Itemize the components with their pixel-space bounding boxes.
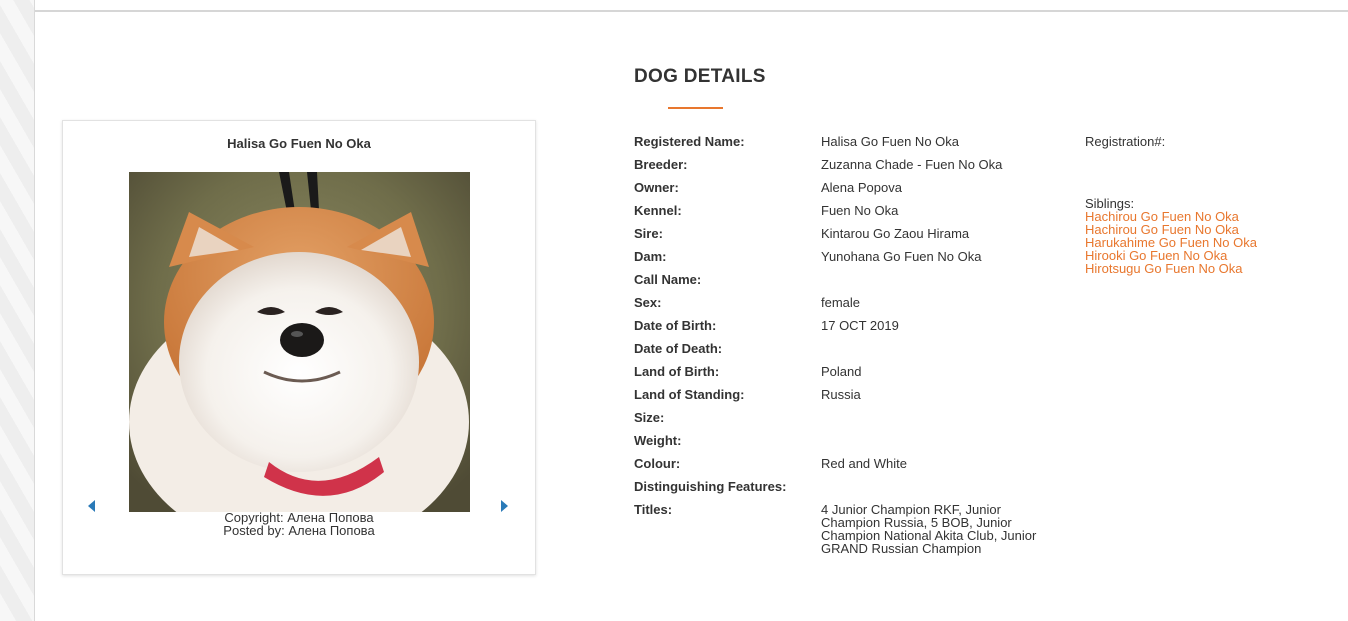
detail-link[interactable]: Kintarou Go Zaou Hirama <box>821 227 1056 240</box>
detail-label: Registered Name: <box>634 134 745 149</box>
photo-card-title: Halisa Go Fuen No Oka <box>227 136 371 151</box>
detail-value: 17 OCT 2019 <box>821 318 899 333</box>
detail-label: Kennel: <box>634 203 682 218</box>
title-underline <box>668 107 723 109</box>
detail-label: Breeder: <box>634 157 688 172</box>
detail-label: Land of Standing: <box>634 387 745 402</box>
registration-label: Registration#: <box>1085 134 1166 149</box>
detail-label: Land of Birth: <box>634 364 720 379</box>
detail-label: Date of Birth: <box>634 318 717 333</box>
detail-value: female <box>821 295 861 310</box>
detail-value: Red and White <box>821 456 907 471</box>
dog-photo <box>129 172 470 512</box>
detail-label: Sex: <box>634 295 662 310</box>
detail-value: Halisa Go Fuen No Oka <box>821 134 960 149</box>
detail-label: Colour: <box>634 456 681 471</box>
detail-link[interactable]: Alena Popova <box>821 181 1056 194</box>
detail-label: Owner: <box>634 180 679 195</box>
top-divider <box>35 0 1348 12</box>
main-content: DOG DETAILS Halisa Go Fuen No Oka Copyri… <box>34 0 1348 621</box>
detail-value: Fuen No Oka <box>821 203 899 218</box>
photo-posted-by: Posted by: Алена Попова <box>223 523 375 538</box>
detail-label: Weight: <box>634 433 682 448</box>
detail-label: Sire: <box>634 226 663 241</box>
siblings-list: Hachirou Go Fuen No Oka Hachirou Go Fuen … <box>1085 210 1257 275</box>
detail-label: Titles: <box>634 502 673 517</box>
detail-label: Call Name: <box>634 272 702 287</box>
detail-label: Distinguishing Features: <box>634 479 787 494</box>
detail-link[interactable]: Zuzanna Chade - Fuen No Oka <box>821 158 1056 171</box>
detail-value: Russia <box>821 387 861 402</box>
sibling-link[interactable]: Hirotsugu Go Fuen No Oka <box>1085 262 1257 275</box>
page-title: DOG DETAILS <box>634 66 766 87</box>
photo-caption: Copyright: Алена Попова Posted by: Алена… <box>63 511 535 537</box>
detail-value: 4 Junior Champion RKF, Junior Champion R… <box>821 502 1037 556</box>
detail-label: Dam: <box>634 249 667 264</box>
photo-card: Halisa Go Fuen No Oka Copyright: Алена П… <box>62 120 536 575</box>
detail-label: Date of Death: <box>634 341 723 356</box>
detail-link[interactable]: Yunohana Go Fuen No Oka <box>821 250 1056 263</box>
detail-label: Size: <box>634 410 665 425</box>
background-pattern <box>0 0 34 621</box>
detail-value: Poland <box>821 364 862 379</box>
